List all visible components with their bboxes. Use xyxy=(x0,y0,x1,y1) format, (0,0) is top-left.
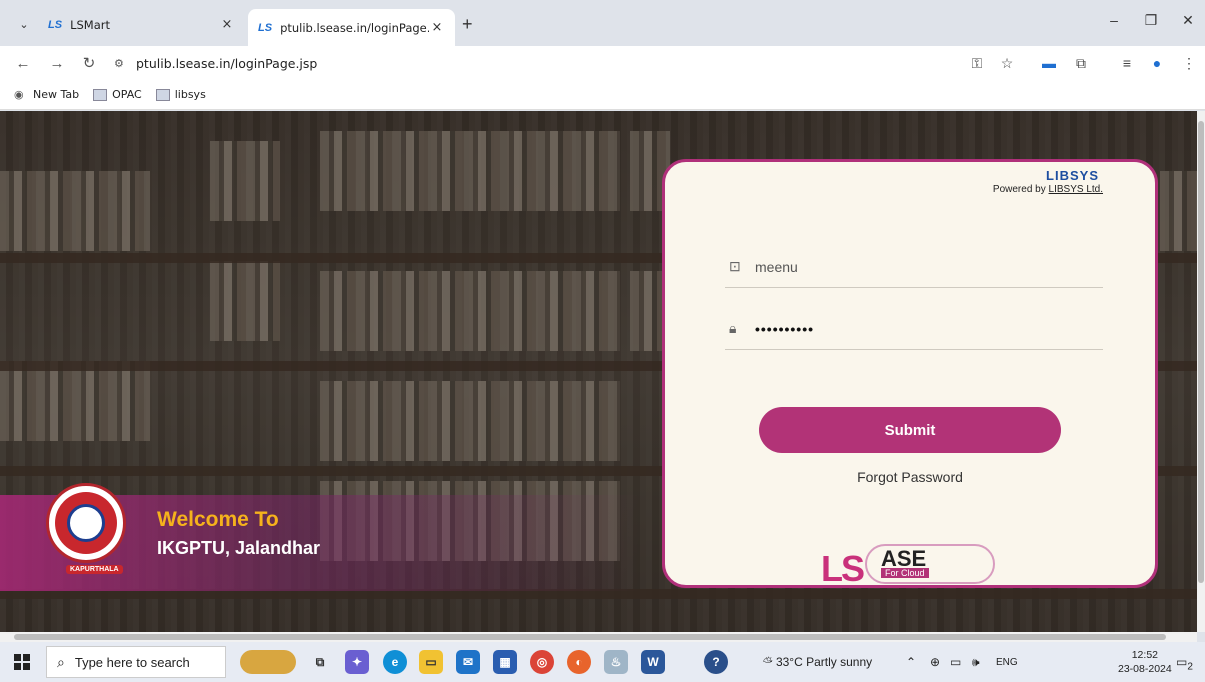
back-icon[interactable]: ← xyxy=(12,53,34,75)
tray-app-icon[interactable]: ⊕ xyxy=(930,655,940,669)
horizontal-scrollbar[interactable] xyxy=(0,632,1197,642)
submit-button[interactable]: Submit xyxy=(759,407,1061,453)
university-emblem xyxy=(46,483,126,563)
weather-icon: ⛅︎ xyxy=(763,655,776,669)
image-icon xyxy=(93,88,108,101)
profile-avatar-icon[interactable]: ● xyxy=(1148,55,1166,71)
bookmark-label: OPAC xyxy=(112,88,142,101)
language-indicator[interactable]: ENG xyxy=(996,657,1018,668)
search-icon: ⌕ xyxy=(57,653,65,670)
tray-chevron-icon[interactable]: ⌃ xyxy=(906,655,916,669)
search-placeholder: Type here to search xyxy=(74,654,190,670)
chrome-icon[interactable]: ◎ xyxy=(530,650,554,674)
password-value[interactable]: •••••••••• xyxy=(755,321,814,337)
reading-list-icon[interactable]: ≡ xyxy=(1118,55,1136,71)
reload-icon[interactable]: ↻ xyxy=(78,53,100,75)
lock-icon: 🔒︎ xyxy=(729,320,737,336)
notification-count: 2 xyxy=(1187,661,1193,673)
notifications-icon[interactable]: ▭2 xyxy=(1176,655,1193,672)
tab-close-icon[interactable]: × xyxy=(429,20,445,35)
extension-icon[interactable]: ▬ xyxy=(1040,55,1058,71)
tab-favicon: LS xyxy=(48,18,63,31)
system-clock[interactable]: 12:52 23-08-2024 xyxy=(1118,648,1172,676)
site-info-icon[interactable]: ⚙ xyxy=(114,57,136,70)
image-icon xyxy=(155,88,170,101)
address-bar[interactable]: ⚙ ptulib.lsease.in/loginPage.jsp xyxy=(108,50,1028,77)
window-close-icon[interactable]: ✕ xyxy=(1178,12,1198,29)
globe-icon: ◉ xyxy=(14,88,24,101)
username-field[interactable]: ⊡ meenu xyxy=(725,246,1103,288)
bookmark-label: libsys xyxy=(174,88,206,101)
welcome-heading: Welcome To xyxy=(157,508,279,531)
tab-strip: ⌄ LS LSMart × LS ptulib.lsease.in/loginP… xyxy=(0,0,1205,46)
logo-ls: LS xyxy=(821,548,865,589)
login-card: LIBSYS Powered by LIBSYS Ltd. ⊡ meenu 🔒︎… xyxy=(662,159,1158,589)
tab-title: ptulib.lsease.in/loginPage.jsp xyxy=(280,20,429,35)
app-icon[interactable]: ♨ xyxy=(604,650,628,674)
vertical-scrollbar[interactable] xyxy=(1197,111,1205,632)
page-viewport: KAPURTHALA Welcome To IKGPTU, Jalandhar … xyxy=(0,111,1197,632)
menu-kebab-icon[interactable]: ⋮ xyxy=(1180,55,1198,72)
mail-icon[interactable]: ✉ xyxy=(456,650,480,674)
forgot-password-link[interactable]: Forgot Password xyxy=(665,469,1155,485)
forward-icon[interactable]: → xyxy=(46,53,68,75)
volume-icon[interactable]: 🕪︎ xyxy=(972,655,980,670)
store-icon[interactable]: ▦ xyxy=(493,650,517,674)
bookmark-libsys[interactable]: libsys xyxy=(155,88,206,101)
tab-favicon: LS xyxy=(258,21,273,34)
bookmark-opac[interactable]: OPAC xyxy=(93,88,142,101)
clock-time: 12:52 xyxy=(1131,649,1158,661)
tab-title: LSMart xyxy=(70,17,110,32)
tab-close-icon[interactable]: × xyxy=(219,17,235,32)
tab-search-icon[interactable]: ⌄ xyxy=(12,12,36,36)
url-text: ptulib.lsease.in/loginPage.jsp xyxy=(136,56,318,71)
scroll-thumb[interactable] xyxy=(14,634,1166,640)
tab-login-page[interactable]: LS ptulib.lsease.in/loginPage.jsp × xyxy=(248,9,455,46)
bookmarks-bar: ◉ New Tab OPAC libsys xyxy=(0,80,1205,110)
task-view-icon[interactable]: ⧉ xyxy=(308,650,332,674)
powered-by-text: Powered by LIBSYS Ltd. xyxy=(993,184,1103,195)
weather-text: 33°C Partly sunny xyxy=(775,655,873,669)
taskbar-search[interactable]: ⌕ Type here to search xyxy=(46,646,226,678)
password-key-icon[interactable]: ⚿ xyxy=(968,55,986,72)
libsys-link[interactable]: LIBSYS Ltd. xyxy=(1049,184,1103,195)
username-value[interactable]: meenu xyxy=(755,259,798,275)
network-icon[interactable]: ▭ xyxy=(950,655,961,669)
browser-toolbar: ← → ↻ ⚙ ptulib.lsease.in/loginPage.jsp ⚿… xyxy=(0,46,1205,80)
windows-start-icon[interactable] xyxy=(14,654,30,670)
university-name: IKGPTU, Jalandhar xyxy=(157,538,321,558)
tab-lsmart[interactable]: LS LSMart × xyxy=(38,9,245,40)
news-widget-icon[interactable] xyxy=(240,650,296,674)
minimize-icon[interactable]: – xyxy=(1104,12,1124,28)
emblem-ring xyxy=(55,492,117,554)
emblem-caption: KAPURTHALA xyxy=(66,565,123,574)
password-field[interactable]: 🔒︎ •••••••••• xyxy=(725,308,1103,350)
powered-prefix: Powered by xyxy=(992,184,1049,195)
bookmark-new-tab[interactable]: ◉ New Tab xyxy=(14,88,79,101)
edge-icon[interactable]: e xyxy=(383,650,407,674)
bookmark-star-icon[interactable]: ☆ xyxy=(998,55,1016,72)
scroll-thumb[interactable] xyxy=(1198,121,1204,583)
libsys-logo: LIBSYS xyxy=(1046,168,1099,183)
logo-subtitle: For Cloud xyxy=(881,568,929,578)
windows-taskbar: ⌕ Type here to search ⧉ ✦ e ▭ ✉ ▦ ◎ ◐ ♨ … xyxy=(0,642,1205,682)
atom-icon xyxy=(67,504,105,542)
firefox-icon[interactable]: ◐ xyxy=(567,650,591,674)
weather-widget[interactable]: ⛅︎ 33°C Partly sunny xyxy=(763,655,872,670)
clock-date: 23-08-2024 xyxy=(1118,663,1172,675)
file-explorer-icon[interactable]: ▭ xyxy=(419,650,443,674)
bookmark-label: New Tab xyxy=(33,88,80,101)
app-icon[interactable]: ✦ xyxy=(345,650,369,674)
user-icon: ⊡ xyxy=(729,258,741,274)
word-icon[interactable]: W xyxy=(641,650,665,674)
new-tab-button[interactable]: + xyxy=(462,14,473,35)
help-icon[interactable]: ? xyxy=(704,650,728,674)
restore-icon[interactable]: ❐ xyxy=(1141,12,1161,29)
extensions-puzzle-icon[interactable]: ⧉ xyxy=(1072,55,1090,72)
lsease-logo: LS ASE For Cloud xyxy=(821,542,1001,589)
